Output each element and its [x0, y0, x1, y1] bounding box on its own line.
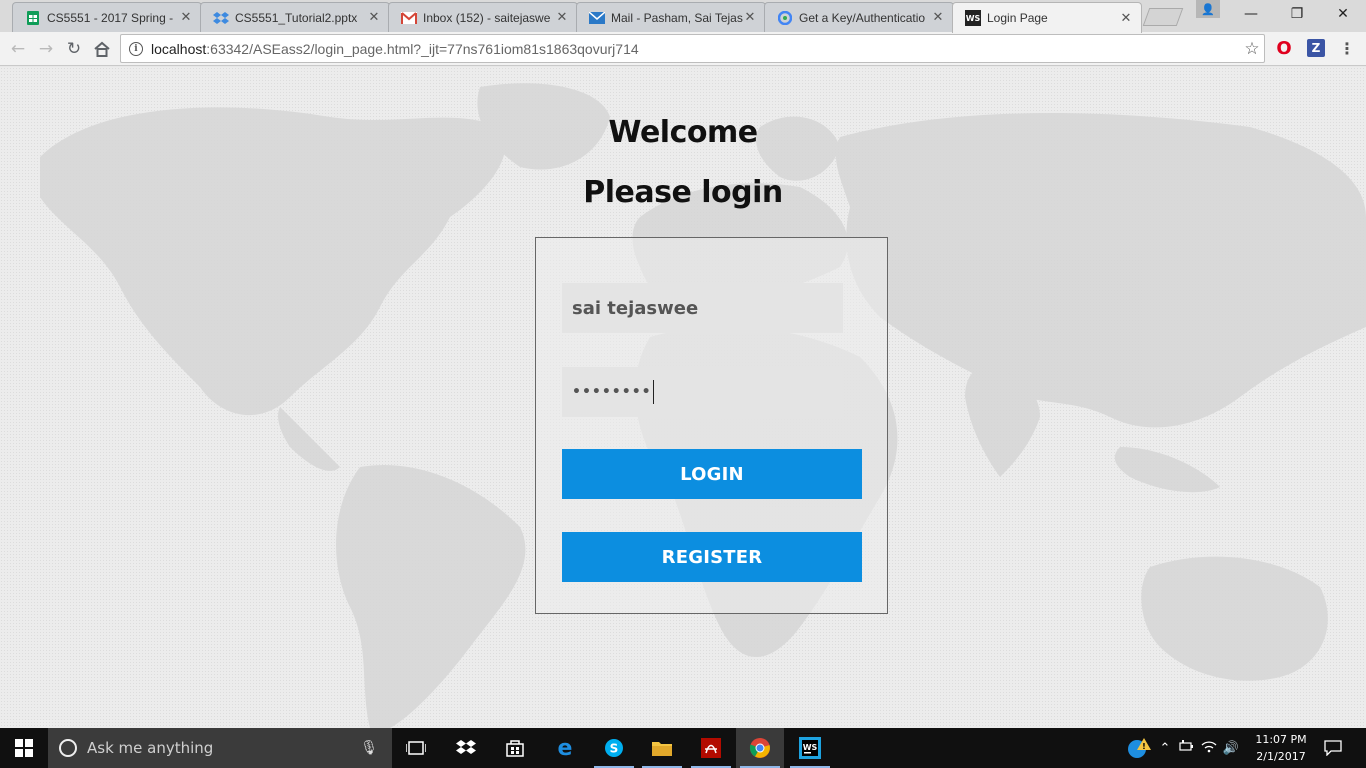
wifi-icon[interactable]	[1198, 739, 1220, 757]
windows-taskbar: Ask me anything 🎙 e S WS ! ⌃ 🔊 11:07 PM …	[0, 728, 1366, 768]
password-input[interactable]: ••••••••	[562, 367, 843, 417]
please-login-heading: Please login	[583, 175, 783, 210]
system-tray: ! ⌃ 🔊	[1124, 728, 1242, 768]
text-caret	[652, 380, 654, 404]
close-icon[interactable]: ✕	[1119, 11, 1133, 26]
dropbox-taskbar-icon[interactable]	[442, 728, 490, 768]
cortana-icon	[59, 739, 77, 757]
tab-title: Get a Key/Authenticatio	[799, 10, 926, 25]
tab-title: CS5551 - 2017 Spring -	[47, 10, 174, 25]
gmail-icon	[401, 10, 417, 26]
bookmark-star-icon[interactable]: ☆	[1240, 39, 1264, 59]
close-icon[interactable]: ✕	[931, 10, 945, 25]
reload-button[interactable]: ↻	[62, 37, 86, 61]
close-icon[interactable]: ✕	[367, 10, 381, 25]
tab-gmail-inbox[interactable]: Inbox (152) - saitejaswe ✕	[388, 2, 578, 32]
address-bar[interactable]: i localhost:63342/ASEass2/login_page.htm…	[120, 34, 1265, 63]
skype-icon[interactable]: S	[590, 728, 638, 768]
home-icon	[94, 41, 110, 57]
back-button[interactable]: ←	[6, 37, 30, 61]
page-viewport: Welcome Please login sai tejaswee ••••••…	[0, 67, 1366, 728]
battery-icon[interactable]	[1176, 740, 1198, 756]
opera-extension-icon[interactable]: O	[1275, 38, 1293, 59]
clock-date: 2/1/2017	[1256, 750, 1306, 763]
task-view-icon[interactable]	[392, 728, 440, 768]
welcome-heading: Welcome	[608, 115, 758, 150]
username-value: sai tejaswee	[572, 297, 699, 319]
tab-tutorial-pptx[interactable]: CS5551_Tutorial2.pptx ✕	[200, 2, 390, 32]
dropbox-icon	[213, 10, 229, 26]
close-icon[interactable]: ✕	[555, 10, 569, 25]
clock-time: 11:07 PM	[1255, 733, 1307, 746]
minimize-button[interactable]: —	[1228, 0, 1274, 28]
chevron-up-icon[interactable]: ⌃	[1154, 741, 1176, 756]
volume-icon[interactable]: 🔊	[1220, 741, 1242, 756]
login-form: sai tejaswee •••••••• LOGIN REGISTER	[535, 237, 888, 614]
new-tab-button[interactable]	[1142, 8, 1184, 26]
tab-cs5551-sheet[interactable]: CS5551 - 2017 Spring - ✕	[12, 2, 202, 32]
forward-button[interactable]: →	[34, 37, 58, 61]
close-icon[interactable]: ✕	[743, 10, 757, 25]
microphone-icon[interactable]: 🎙	[360, 740, 378, 756]
svg-text:S: S	[610, 742, 619, 756]
info-icon[interactable]: i	[129, 41, 143, 56]
login-button[interactable]: LOGIN	[562, 449, 862, 499]
tab-title: Login Page	[987, 11, 1048, 25]
tab-title: Mail - Pasham, Sai Tejas	[611, 10, 743, 25]
action-center-icon[interactable]	[1312, 728, 1354, 768]
update-warning-icon[interactable]: !	[1124, 737, 1154, 759]
tab-login-page[interactable]: WS Login Page ✕	[952, 2, 1142, 33]
browser-toolbar: ← → ↻ i localhost:63342/ASEass2/login_pa…	[0, 32, 1366, 66]
svg-text:!: !	[1142, 742, 1146, 751]
sheets-icon	[25, 10, 41, 26]
search-placeholder: Ask me anything	[87, 739, 214, 757]
zotero-extension-icon[interactable]: Z	[1307, 39, 1325, 57]
register-button[interactable]: REGISTER	[562, 532, 862, 582]
file-explorer-icon[interactable]	[638, 728, 686, 768]
edge-icon[interactable]: e	[541, 728, 589, 768]
password-value: ••••••••	[572, 384, 652, 400]
svg-text:WS: WS	[803, 743, 818, 752]
chrome-menu-icon[interactable]: ⋮	[1338, 39, 1356, 58]
start-button[interactable]	[0, 728, 48, 768]
username-input[interactable]: sai tejaswee	[562, 283, 843, 333]
tab-strip: CS5551 - 2017 Spring - ✕ CS5551_Tutorial…	[0, 0, 1366, 33]
mail-icon	[589, 10, 605, 26]
taskbar-clock[interactable]: 11:07 PM 2/1/2017	[1250, 731, 1312, 765]
close-icon[interactable]: ✕	[179, 10, 193, 25]
webstorm-taskbar-icon[interactable]: WS	[786, 728, 834, 768]
chrome-icon[interactable]	[736, 728, 784, 768]
tab-title: Inbox (152) - saitejaswe	[423, 10, 551, 25]
close-window-button[interactable]: ✕	[1320, 0, 1366, 28]
acrobat-icon[interactable]	[687, 728, 735, 768]
tab-google-key[interactable]: Get a Key/Authenticatio ✕	[764, 2, 954, 32]
restore-button[interactable]: ❐	[1274, 0, 1320, 28]
profile-icon[interactable]: 👤	[1196, 0, 1220, 18]
tab-outlook-mail[interactable]: Mail - Pasham, Sai Tejas ✕	[576, 2, 766, 32]
url-text: localhost:63342/ASEass2/login_page.html?…	[151, 41, 1240, 57]
store-icon[interactable]	[491, 728, 539, 768]
webstorm-icon: WS	[965, 10, 981, 26]
tab-title: CS5551_Tutorial2.pptx	[235, 10, 358, 25]
home-button[interactable]	[90, 37, 114, 61]
url-host: localhost	[151, 40, 207, 57]
url-path: :63342/ASEass2/login_page.html?_ijt=77ns…	[206, 40, 639, 57]
windows-logo-icon	[15, 739, 33, 757]
cortana-search-box[interactable]: Ask me anything 🎙	[48, 728, 392, 768]
google-icon	[777, 10, 793, 26]
